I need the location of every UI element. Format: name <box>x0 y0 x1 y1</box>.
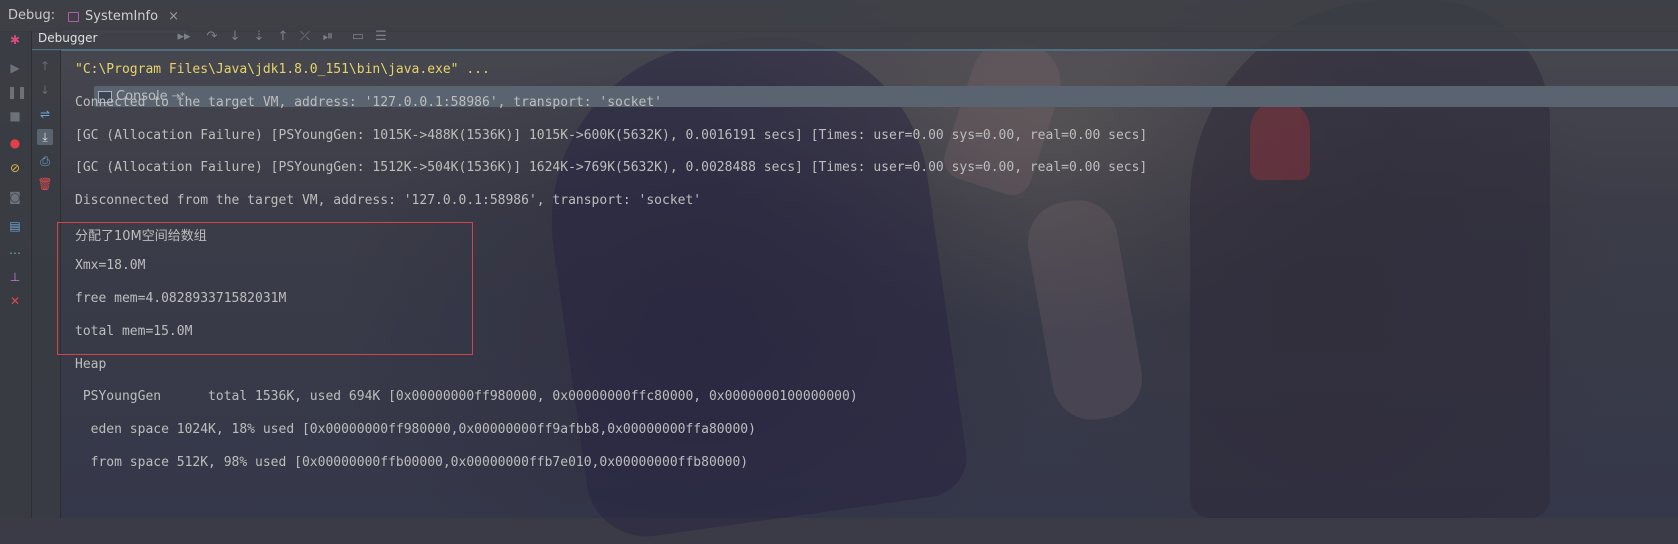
stop-icon[interactable]: ■ <box>7 108 23 124</box>
debugger-tab-label: Debugger <box>38 30 98 45</box>
step-out-icon[interactable]: ↑ <box>275 29 291 45</box>
pin-icon[interactable]: ⊥ <box>7 269 23 285</box>
mute-breakpoints-icon[interactable]: ⊘ <box>7 160 23 176</box>
console-line: Connected to the target VM, address: '12… <box>75 95 662 110</box>
step-into-icon[interactable]: ↓ <box>227 29 243 45</box>
trace-current-stream-icon[interactable]: ☰ <box>373 29 389 45</box>
layout-icon[interactable]: ▤ <box>7 218 23 234</box>
console-line: PSYoungGen total 1536K, used 694K [0x000… <box>75 389 858 404</box>
drop-frame-icon[interactable]: ⤫ <box>297 29 313 45</box>
console-line: Disconnected from the target VM, address… <box>75 193 702 208</box>
resume-icon[interactable]: ▶ <box>7 60 23 76</box>
console-line: [GC (Allocation Failure) [PSYoungGen: 15… <box>75 160 1148 175</box>
evaluate-expression-icon[interactable]: ▭ <box>350 29 366 45</box>
bug-icon: ✱ <box>9 33 21 47</box>
console-line: [GC (Allocation Failure) [PSYoungGen: 10… <box>75 128 1148 143</box>
highlight-annotation-box <box>57 222 473 355</box>
camera-icon[interactable]: ◙ <box>7 189 23 205</box>
run-to-cursor-icon[interactable]: ⏯ <box>320 29 336 45</box>
soft-wrap-icon[interactable]: ⇌ <box>37 106 53 122</box>
scroll-up-icon[interactable]: ↑ <box>37 58 53 74</box>
print-icon[interactable]: ⎙ <box>37 153 53 169</box>
pause-icon[interactable]: ❚❚ <box>7 84 27 100</box>
force-step-into-icon[interactable]: ⇣ <box>251 29 267 45</box>
view-breakpoints-icon[interactable]: ● <box>7 135 23 151</box>
step-over-icon[interactable]: ↷ <box>204 29 220 45</box>
background-figure-right <box>1190 0 1550 518</box>
clear-all-icon[interactable]: 🗑 <box>37 176 53 192</box>
console-line: Heap <box>75 357 107 372</box>
run-config-icon <box>68 11 79 22</box>
tab-debugger[interactable]: Debugger <box>36 27 99 48</box>
debug-toolbar: Debugger Console →* ▸▸ ↷ ↓ ⇣ ↑ ⤫ ⏯ ▭ ☰ <box>32 26 1678 107</box>
console-line: eden space 1024K, 18% used [0x00000000ff… <box>75 422 756 437</box>
scroll-to-end-icon[interactable]: ⤓ <box>37 129 53 145</box>
debug-label: Debug: <box>8 8 56 23</box>
debug-actions-gutter: ✱ ▶ ❚❚ ■ ● ⊘ ◙ ▤ … ⊥ ✕ <box>0 31 32 518</box>
scroll-down-icon[interactable]: ↓ <box>37 82 53 98</box>
show-execution-point-icon[interactable]: ▸▸ <box>176 29 192 45</box>
background-ribbon <box>1250 100 1310 180</box>
tab-close-icon[interactable]: × <box>168 9 179 24</box>
more-icon[interactable]: … <box>7 242 23 258</box>
console-line-command: "C:\Program Files\Java\jdk1.8.0_151\bin\… <box>75 62 490 77</box>
tab-label: SystemInfo <box>85 9 159 24</box>
console-line: from space 512K, 98% used [0x00000000ffb… <box>75 455 749 470</box>
close-icon[interactable]: ✕ <box>7 293 23 309</box>
